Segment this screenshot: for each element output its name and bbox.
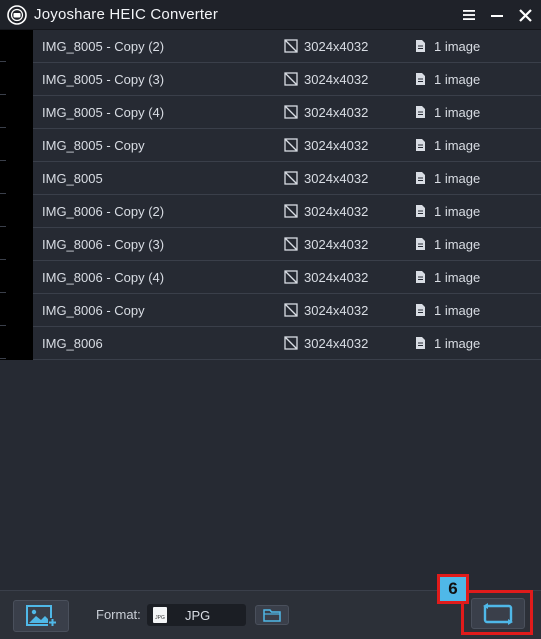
row-divider: [0, 358, 6, 359]
menu-icon[interactable]: [461, 7, 477, 23]
file-image-count: 1 image: [434, 171, 481, 186]
file-row[interactable]: IMG_8006 - Copy (2) 3024x4032 1 image: [33, 195, 541, 228]
step-badge: 6: [437, 574, 469, 604]
add-files-button[interactable]: [13, 600, 69, 632]
row-divider: [0, 292, 6, 293]
file-image-count: 1 image: [434, 105, 481, 120]
file-row[interactable]: IMG_8005 - Copy 3024x4032 1 image: [33, 129, 541, 162]
row-divider: [0, 127, 6, 128]
file-name: IMG_8005: [42, 171, 103, 186]
row-divider: [0, 94, 6, 95]
resolution-icon: [284, 270, 298, 284]
file-row[interactable]: IMG_8005 - Copy (2) 3024x4032 1 image: [33, 30, 541, 63]
file-resolution: 3024x4032: [304, 336, 369, 351]
resolution-icon: [284, 336, 298, 350]
file-name: IMG_8005 - Copy (4): [42, 105, 165, 120]
resolution-icon: [284, 138, 298, 152]
resolution-icon: [284, 171, 298, 185]
file-row[interactable]: IMG_8005 - Copy (3) 3024x4032 1 image: [33, 63, 541, 96]
output-folder-button[interactable]: [255, 605, 289, 625]
image-count-icon: [416, 139, 425, 151]
format-value: JPG: [185, 607, 211, 623]
convert-button[interactable]: [471, 598, 525, 629]
add-image-icon: [26, 605, 57, 627]
app-logo-icon: [6, 4, 28, 26]
image-count-icon: [416, 40, 425, 52]
row-divider: [0, 61, 6, 62]
file-resolution: 3024x4032: [304, 204, 369, 219]
file-image-count: 1 image: [434, 204, 481, 219]
resolution-icon: [284, 39, 298, 53]
file-row[interactable]: IMG_8006 - Copy 3024x4032 1 image: [33, 294, 541, 327]
file-resolution: 3024x4032: [304, 138, 369, 153]
row-divider: [0, 325, 6, 326]
file-name: IMG_8006 - Copy (2): [42, 204, 165, 219]
file-list: IMG_8005 - Copy (2) 3024x4032 1 image IMG_8…: [0, 30, 541, 360]
file-image-count: 1 image: [434, 138, 481, 153]
image-count-icon: [416, 304, 425, 316]
file-image-count: 1 image: [434, 270, 481, 285]
file-image-count: 1 image: [434, 39, 481, 54]
format-select[interactable]: JPG JPG: [147, 604, 246, 626]
file-image-count: 1 image: [434, 72, 481, 87]
file-image-count: 1 image: [434, 336, 481, 351]
row-divider: [0, 193, 6, 194]
resolution-icon: [284, 204, 298, 218]
row-divider: [0, 160, 6, 161]
file-row[interactable]: IMG_8005 3024x4032 1 image: [33, 162, 541, 195]
image-count-icon: [416, 238, 425, 250]
file-image-count: 1 image: [434, 237, 481, 252]
file-resolution: 3024x4032: [304, 303, 369, 318]
image-count-icon: [416, 172, 425, 184]
app-title: Joyoshare HEIC Converter: [34, 6, 219, 23]
image-count-icon: [416, 271, 425, 283]
image-count-icon: [416, 106, 425, 118]
file-name: IMG_8005 - Copy (3): [42, 72, 165, 87]
file-resolution: 3024x4032: [304, 171, 369, 186]
file-name: IMG_8006 - Copy (4): [42, 270, 165, 285]
window-controls: [461, 0, 533, 30]
file-name: IMG_8005 - Copy (2): [42, 39, 165, 54]
file-name: IMG_8005 - Copy: [42, 138, 145, 153]
file-resolution: 3024x4032: [304, 237, 369, 252]
file-image-count: 1 image: [434, 303, 481, 318]
step-badge-number: 6: [440, 577, 466, 601]
jpg-file-icon: JPG: [153, 607, 167, 623]
resolution-icon: [284, 72, 298, 86]
row-divider: [0, 259, 6, 260]
image-count-icon: [416, 337, 425, 349]
file-resolution: 3024x4032: [304, 270, 369, 285]
file-resolution: 3024x4032: [304, 105, 369, 120]
folder-icon: [263, 609, 281, 622]
file-name: IMG_8006 - Copy (3): [42, 237, 165, 252]
thumbnail-column: [0, 30, 33, 360]
file-name: IMG_8006: [42, 336, 103, 351]
minimize-icon[interactable]: [489, 7, 505, 23]
resolution-icon: [284, 237, 298, 251]
file-row[interactable]: IMG_8006 - Copy (3) 3024x4032 1 image: [33, 228, 541, 261]
file-row[interactable]: IMG_8006 - Copy (4) 3024x4032 1 image: [33, 261, 541, 294]
resolution-icon: [284, 303, 298, 317]
row-divider: [0, 226, 6, 227]
close-icon[interactable]: [517, 7, 533, 23]
file-row[interactable]: IMG_8006 3024x4032 1 image: [33, 327, 541, 360]
format-label: Format:: [96, 607, 141, 622]
file-resolution: 3024x4032: [304, 72, 369, 87]
title-bar: Joyoshare HEIC Converter: [0, 0, 541, 30]
resolution-icon: [284, 105, 298, 119]
file-resolution: 3024x4032: [304, 39, 369, 54]
image-count-icon: [416, 73, 425, 85]
file-row[interactable]: IMG_8005 - Copy (4) 3024x4032 1 image: [33, 96, 541, 129]
file-name: IMG_8006 - Copy: [42, 303, 145, 318]
jpg-chip-label: JPG: [155, 615, 165, 621]
image-count-icon: [416, 205, 425, 217]
convert-icon: [483, 602, 513, 625]
